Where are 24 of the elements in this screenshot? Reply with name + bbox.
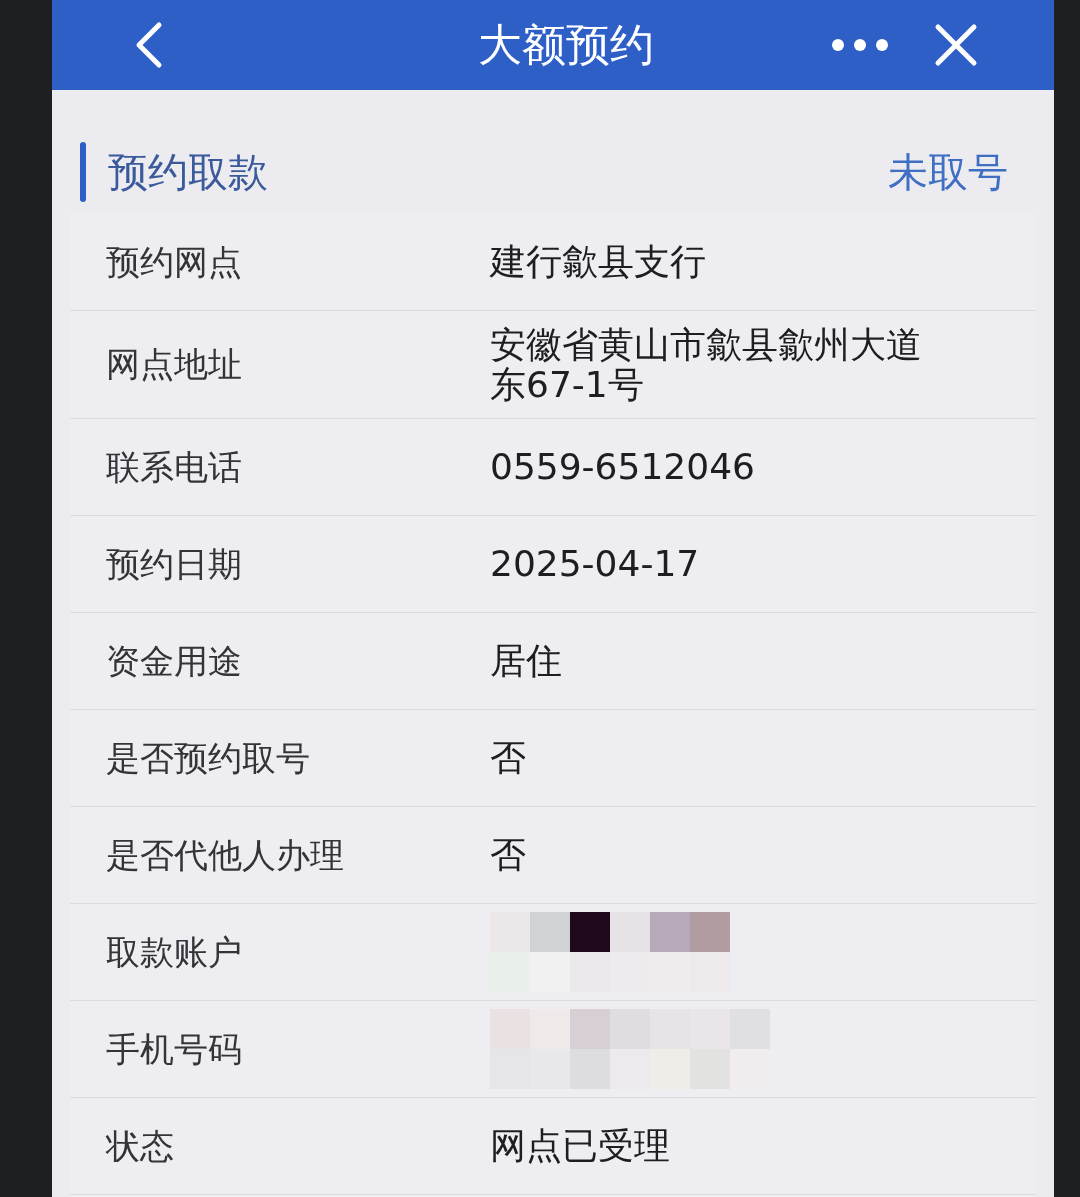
field-label: 网点地址 [106, 343, 243, 386]
section-title: 预约取款 [108, 148, 268, 197]
close-icon [934, 23, 978, 67]
field-label: 预约日期 [106, 542, 243, 586]
field-value: 居住 [490, 641, 562, 681]
field-value: 0559-6512046 [490, 447, 755, 487]
field-value: 否 [490, 738, 526, 778]
field-label: 联系电话 [106, 445, 243, 489]
field-label: 是否预约取号 [106, 736, 311, 780]
field-value: 否 [490, 835, 526, 875]
field-label: 手机号码 [106, 1027, 243, 1071]
field-value: 安徽省黄山市歙县歙州大道东67-1号 [490, 324, 923, 405]
field-label: 预约网点 [106, 240, 243, 284]
field-value: 建行歙县支行 [490, 242, 706, 282]
field-label: 状态 [106, 1124, 175, 1168]
field-value: 2025-04-17 [490, 544, 700, 584]
section-accent-bar [80, 142, 86, 202]
field-value: 网点已受理 [490, 1126, 670, 1166]
header-title: 大额预约 [478, 23, 654, 67]
field-label: 取款账户 [106, 930, 243, 974]
ticket-status: 未取号 [888, 148, 1008, 197]
more-icon [831, 38, 889, 52]
field-label: 资金用途 [106, 639, 243, 683]
field-label: 是否代他人办理 [106, 833, 345, 877]
